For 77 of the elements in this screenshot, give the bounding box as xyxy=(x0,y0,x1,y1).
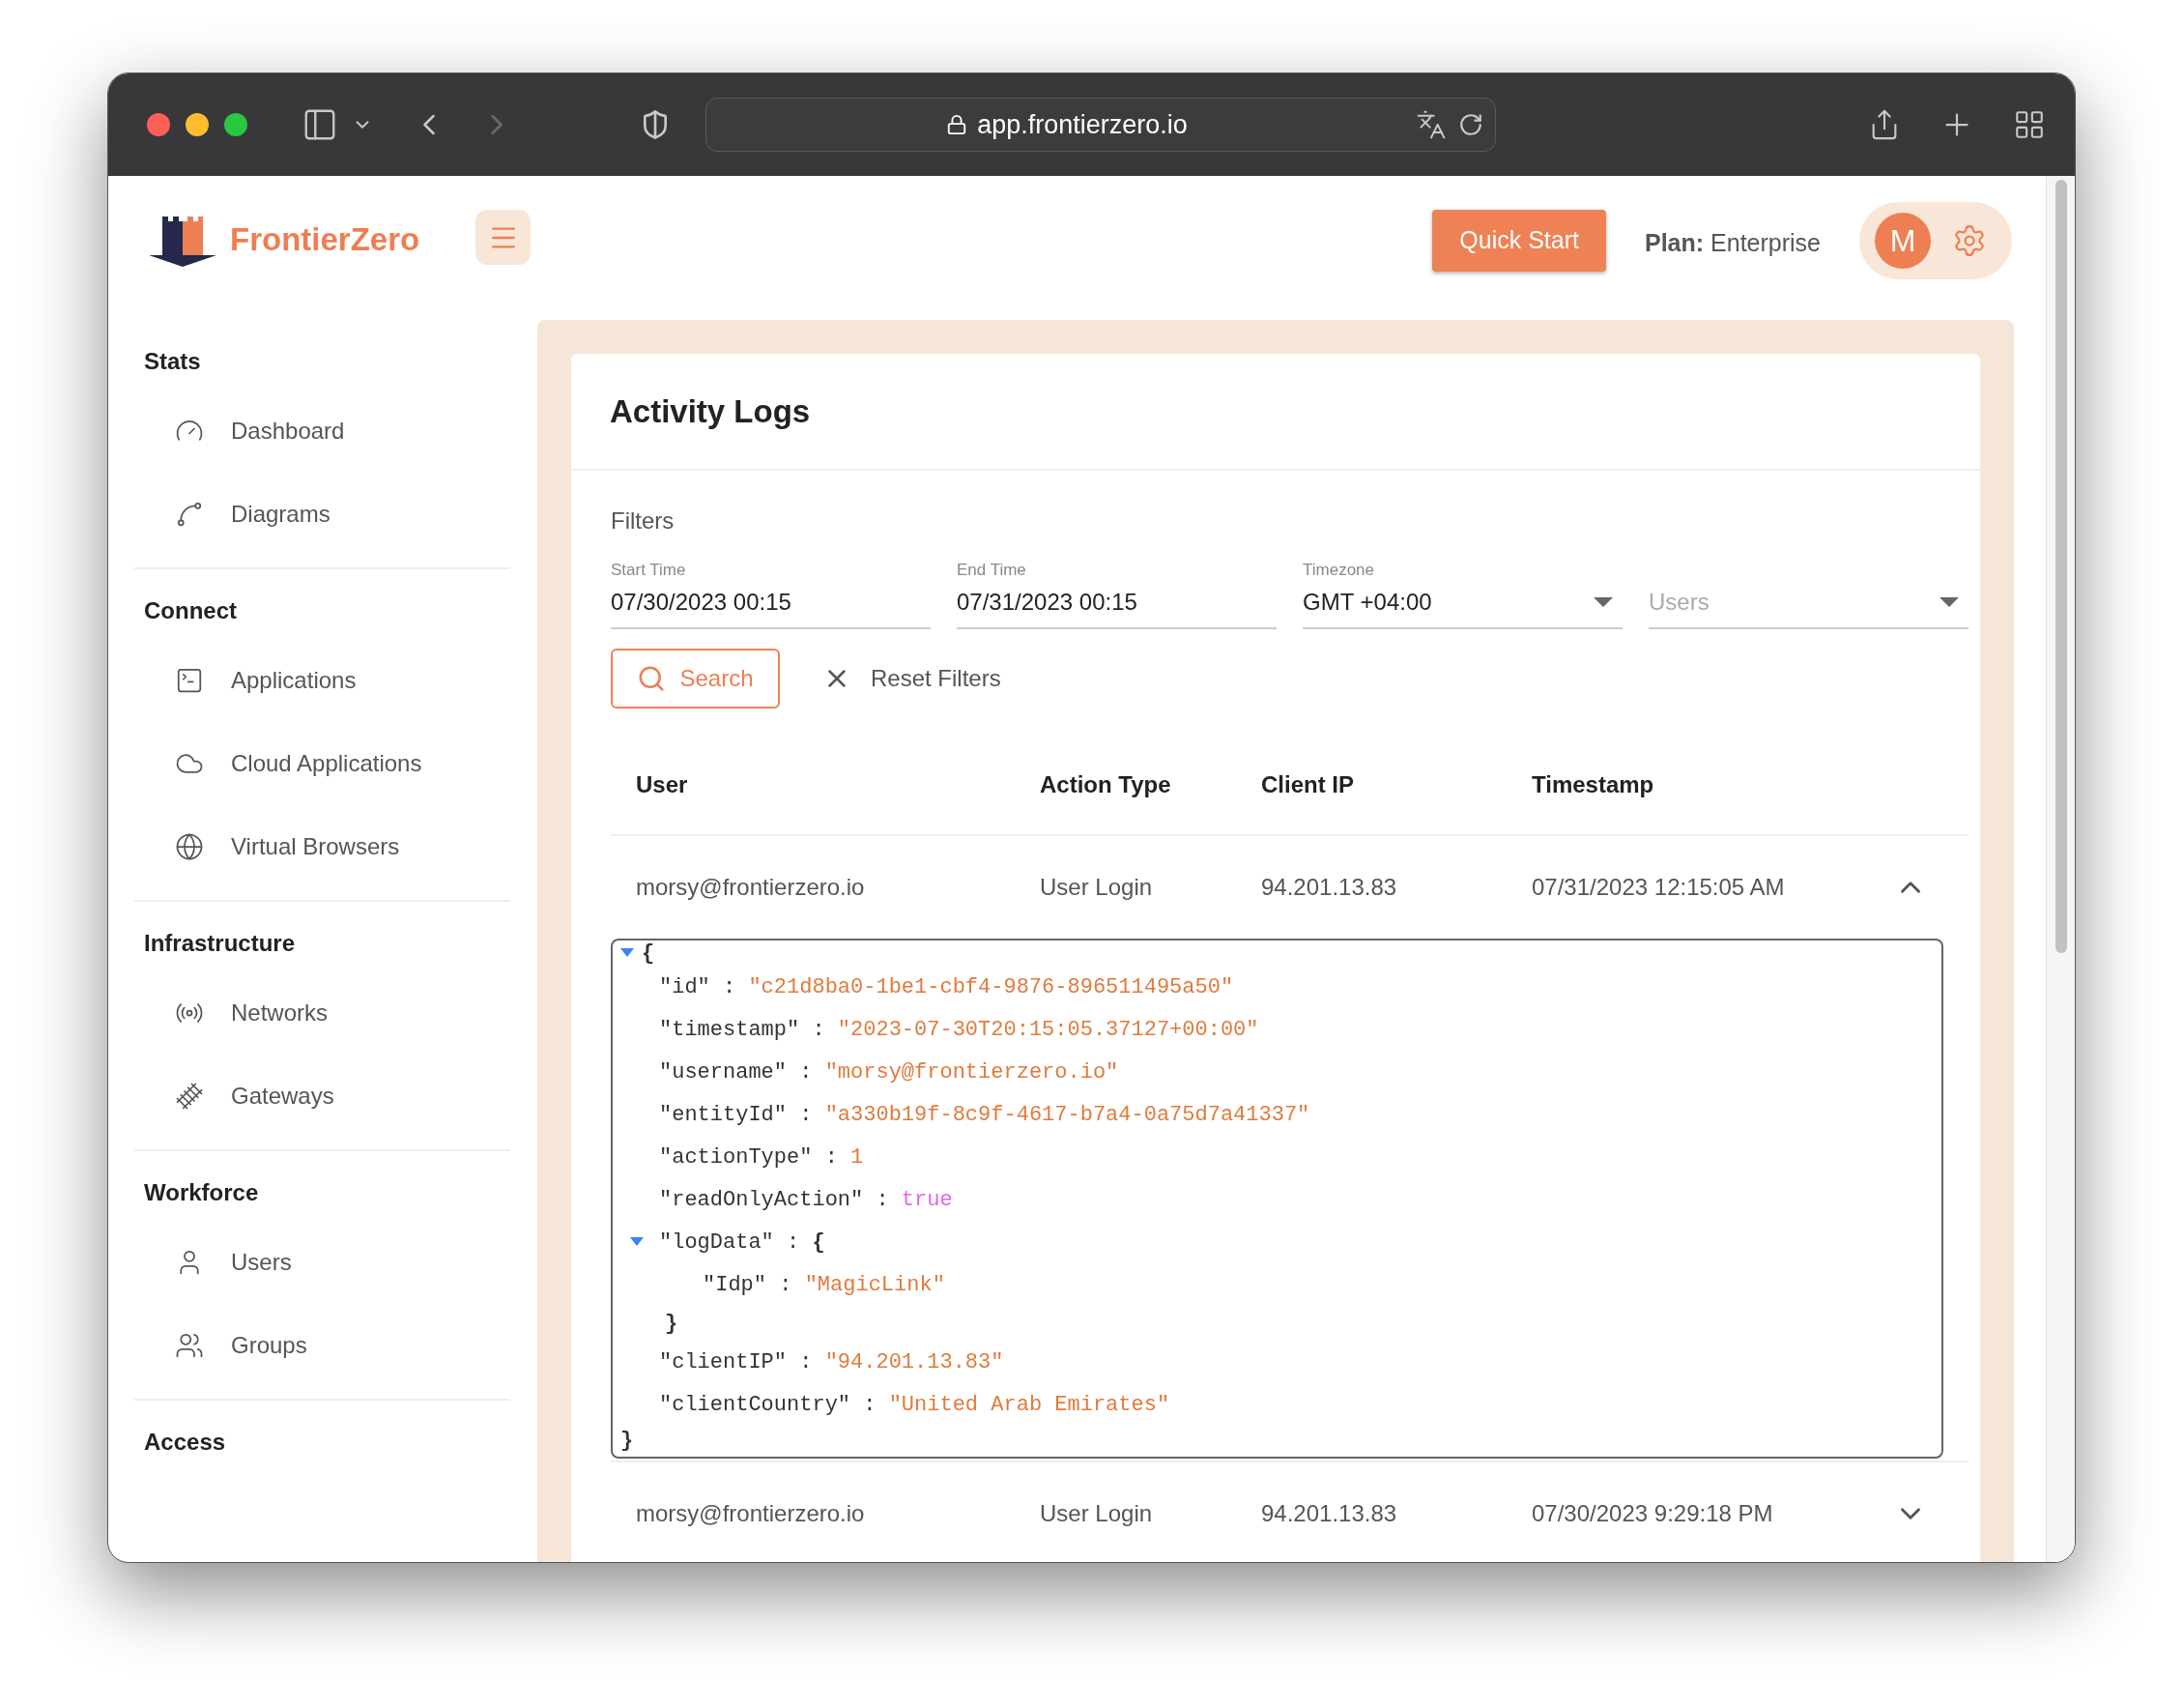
json-key: "logData" : { xyxy=(659,1226,825,1259)
url-text: app.frontierzero.io xyxy=(977,108,1188,141)
close-window-icon[interactable] xyxy=(147,113,170,136)
json-key: "clientCountry" : xyxy=(659,1388,889,1421)
dropdown-arrow-icon xyxy=(1594,597,1613,607)
json-key: "username" : xyxy=(659,1056,825,1088)
table-cell-text: 94.201.13.83 xyxy=(1261,873,1398,902)
column-header: User xyxy=(636,770,689,799)
sidebar-section-title: Workforce xyxy=(144,1178,259,1207)
json-key: "actionType" : xyxy=(659,1141,851,1173)
json-value: "United Arab Emirates" xyxy=(888,1391,1170,1419)
menu-button[interactable] xyxy=(475,210,532,265)
scrollbar-thumb[interactable] xyxy=(2055,180,2067,953)
json-key: "entityId" : xyxy=(659,1098,825,1131)
table-cell-text: morsy@frontierzero.io xyxy=(636,873,866,902)
globe-icon xyxy=(175,832,204,861)
reset-filters-button[interactable]: Reset Filters xyxy=(822,661,1001,696)
table-cell-text: User Login xyxy=(1040,1499,1154,1528)
select-field[interactable]: Timezone GMT +04:00 xyxy=(1303,558,1623,629)
table-cell-text: morsy@frontierzero.io xyxy=(636,1499,866,1528)
table-cell-text: 07/30/2023 9:29:18 PM xyxy=(1532,1499,1774,1528)
translate-icon[interactable] xyxy=(1416,109,1447,140)
column-header: Client IP xyxy=(1261,770,1355,799)
sidebar-item[interactable]: Networks xyxy=(134,971,510,1055)
column-header: Action Type xyxy=(1040,770,1172,799)
json-key: "Idp" : xyxy=(703,1268,805,1301)
sidebar-section-title: Connect xyxy=(144,596,237,625)
json-value: "morsy@frontierzero.io" xyxy=(824,1058,1119,1086)
maximize-window-icon[interactable] xyxy=(224,113,247,136)
table-cell-text: User Login xyxy=(1040,873,1154,902)
json-value: "a330b19f-8c9f-4617-b7a4-0a75d7a41337" xyxy=(824,1101,1310,1129)
column-header: Timestamp xyxy=(1532,770,1655,799)
json-value: true xyxy=(901,1186,953,1214)
expand-triangle-icon[interactable] xyxy=(630,1237,644,1247)
sidebar-item[interactable]: Dashboard xyxy=(134,390,510,473)
filters-heading: Filters xyxy=(611,507,675,534)
minimize-window-icon[interactable] xyxy=(186,113,209,136)
json-brace: } xyxy=(620,1427,634,1455)
page-title: Activity Logs xyxy=(610,391,811,431)
input-field[interactable]: Start Time 07/30/2023 00:15 xyxy=(611,558,931,629)
json-value: "c21d8ba0-1be1-cbf4-9876-896511495a50" xyxy=(748,973,1234,1001)
lock-icon xyxy=(946,114,968,135)
table-cell-text: 07/31/2023 12:15:05 AM xyxy=(1532,873,1786,902)
json-value: "2023-07-30T20:15:05.37127+00:00" xyxy=(837,1016,1259,1044)
json-key: "readOnlyAction" : xyxy=(659,1183,902,1216)
reload-icon[interactable] xyxy=(1458,112,1483,137)
tabs-overview-icon[interactable] xyxy=(2013,108,2046,141)
terminal-icon xyxy=(175,666,204,695)
sidebar-item[interactable]: Users xyxy=(134,1221,510,1304)
dropdown-arrow-icon xyxy=(1940,597,1959,607)
sidebar-item[interactable]: Applications xyxy=(134,639,510,722)
track-icon xyxy=(175,1082,204,1111)
sidebar-item[interactable]: Diagrams xyxy=(134,473,510,556)
sidebar-section-title: Infrastructure xyxy=(144,929,296,958)
sidebar-item[interactable]: Groups xyxy=(134,1304,510,1387)
json-value: 1 xyxy=(850,1143,864,1172)
sidebar-section-title: Stats xyxy=(144,347,201,376)
nodes-icon xyxy=(175,500,204,529)
users-icon xyxy=(175,1331,204,1360)
json-key: "id" : xyxy=(659,970,749,1003)
json-brace: { xyxy=(642,940,655,968)
input-field[interactable]: End Time 07/31/2023 00:15 xyxy=(957,558,1277,629)
plan-label: Plan: Enterprise xyxy=(1645,228,1821,258)
json-key: "timestamp" : xyxy=(659,1013,838,1046)
brand-name: FrontierZero xyxy=(230,220,420,260)
sidebar-item[interactable]: Gateways xyxy=(134,1055,510,1138)
sidebar-section-title: Access xyxy=(144,1428,226,1457)
json-value: "MagicLink" xyxy=(804,1271,945,1299)
address-bar[interactable]: app.frontierzero.io xyxy=(705,98,1496,152)
sidebar-item[interactable]: Cloud Applications xyxy=(134,722,510,805)
expand-triangle-icon[interactable] xyxy=(620,948,634,958)
json-value: "94.201.13.83" xyxy=(824,1348,1004,1376)
table-cell-text: 94.201.13.83 xyxy=(1261,1499,1398,1528)
json-key: "clientIP" : xyxy=(659,1345,825,1378)
json-brace: } xyxy=(665,1310,678,1338)
scrollbar[interactable] xyxy=(2046,176,2075,1562)
sidebar-item[interactable]: Virtual Browsers xyxy=(134,805,510,888)
